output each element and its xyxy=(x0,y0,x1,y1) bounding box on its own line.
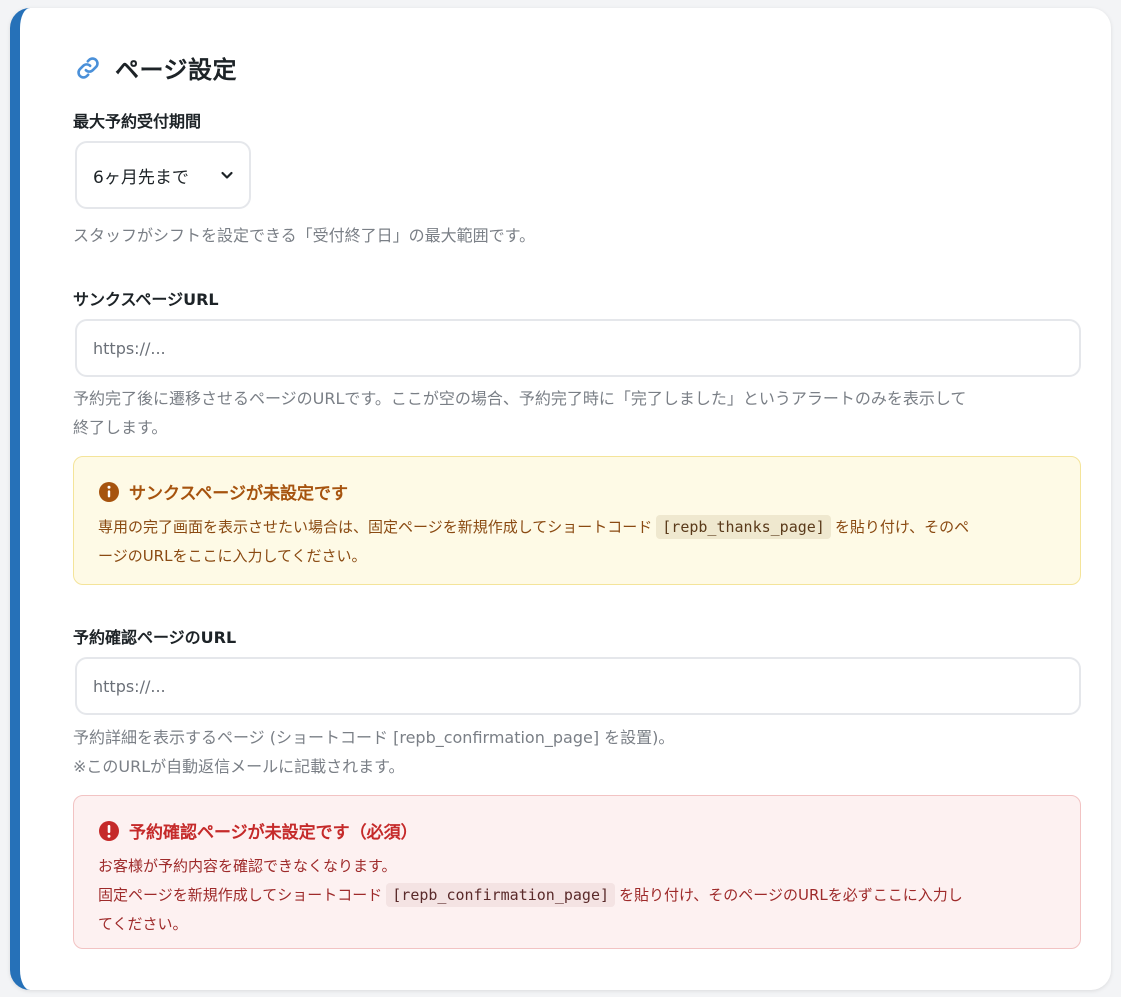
warning-heading: サンクスページが未設定です xyxy=(98,479,1056,504)
thanks-help-line: 予約完了後に遷移させるページのURLです。ここが空の場合、予約完了時に「完了しま… xyxy=(73,389,967,408)
confirmation-page-error: 予約確認ページが未設定です（必須） お客様が予約内容を確認できなくなります。 固… xyxy=(73,795,1081,949)
chevron-down-icon xyxy=(219,167,235,183)
thanks-url-input[interactable]: https://... xyxy=(75,319,1081,377)
max-period-select[interactable]: 6ヶ月先まで xyxy=(75,141,251,209)
page-title: ページ設定 xyxy=(115,56,238,84)
max-period-label: 最大予約受付期間 xyxy=(73,112,202,131)
link-icon xyxy=(75,55,101,81)
info-icon xyxy=(98,481,120,503)
max-period-selected-value: 6ヶ月先まで xyxy=(93,167,189,188)
warning-title: サンクスページが未設定です xyxy=(129,484,348,504)
error-text: を貼り付け、そのページのURLを必ずここに入力し xyxy=(619,886,963,904)
error-body: お客様が予約内容を確認できなくなります。 固定ページを新規作成してショートコード… xyxy=(98,852,1056,939)
confirmation-url-placeholder: https://... xyxy=(93,676,166,696)
thanks-page-warning: サンクスページが未設定です 専用の完了画面を表示させたい場合は、固定ページを新規… xyxy=(73,456,1081,585)
confirmation-help-line: ※このURLが自動返信メールに記載されます。 xyxy=(73,757,405,776)
shortcode-thanks: [repb_thanks_page] xyxy=(656,515,831,539)
exclamation-icon xyxy=(98,820,120,842)
shortcode-confirmation: [repb_confirmation_page] xyxy=(386,883,616,907)
thanks-url-placeholder: https://... xyxy=(93,338,166,358)
warning-text: ージのURLをここに入力してください。 xyxy=(98,547,367,565)
confirmation-url-input[interactable]: https://... xyxy=(75,657,1081,715)
confirmation-help-line: 予約詳細を表示するページ (ショートコード [repb_confirmation… xyxy=(73,728,675,747)
error-title: 予約確認ページが未設定です（必須） xyxy=(129,823,418,843)
confirmation-url-label: 予約確認ページのURL xyxy=(73,628,237,647)
thanks-url-label: サンクスページURL xyxy=(73,290,219,309)
page-settings-card: ページ設定 最大予約受付期間 6ヶ月先まで スタッフがシフトを設定できる「受付終… xyxy=(10,8,1111,990)
confirmation-url-help: 予約詳細を表示するページ (ショートコード [repb_confirmation… xyxy=(73,723,674,781)
thanks-help-line: 終了します。 xyxy=(73,418,168,437)
warning-body: 専用の完了画面を表示させたい場合は、固定ページを新規作成してショートコード [re… xyxy=(98,513,1056,571)
thanks-url-help: 予約完了後に遷移させるページのURLです。ここが空の場合、予約完了時に「完了しま… xyxy=(73,384,966,442)
error-text: 固定ページを新規作成してショートコード xyxy=(98,886,383,904)
warning-text: 専用の完了画面を表示させたい場合は、固定ページを新規作成してショートコード xyxy=(98,518,653,536)
error-heading: 予約確認ページが未設定です（必須） xyxy=(98,818,1056,843)
warning-text: を貼り付け、そのペ xyxy=(834,518,970,536)
error-text: お客様が予約内容を確認できなくなります。 xyxy=(98,857,397,875)
max-period-help: スタッフがシフトを設定できる「受付終了日」の最大範囲です。 xyxy=(73,226,536,245)
section-header: ページ設定 xyxy=(75,50,237,85)
error-text: てください。 xyxy=(98,915,188,933)
